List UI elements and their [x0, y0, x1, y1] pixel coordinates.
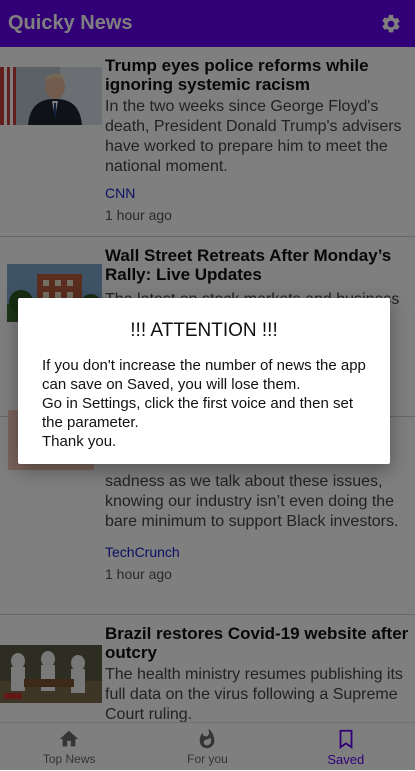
attention-dialog: !!! ATTENTION !!! If you don't increase …	[18, 298, 390, 464]
dialog-message: If you don't increase the number of news…	[42, 357, 366, 450]
dialog-title: !!! ATTENTION !!!	[130, 320, 278, 341]
